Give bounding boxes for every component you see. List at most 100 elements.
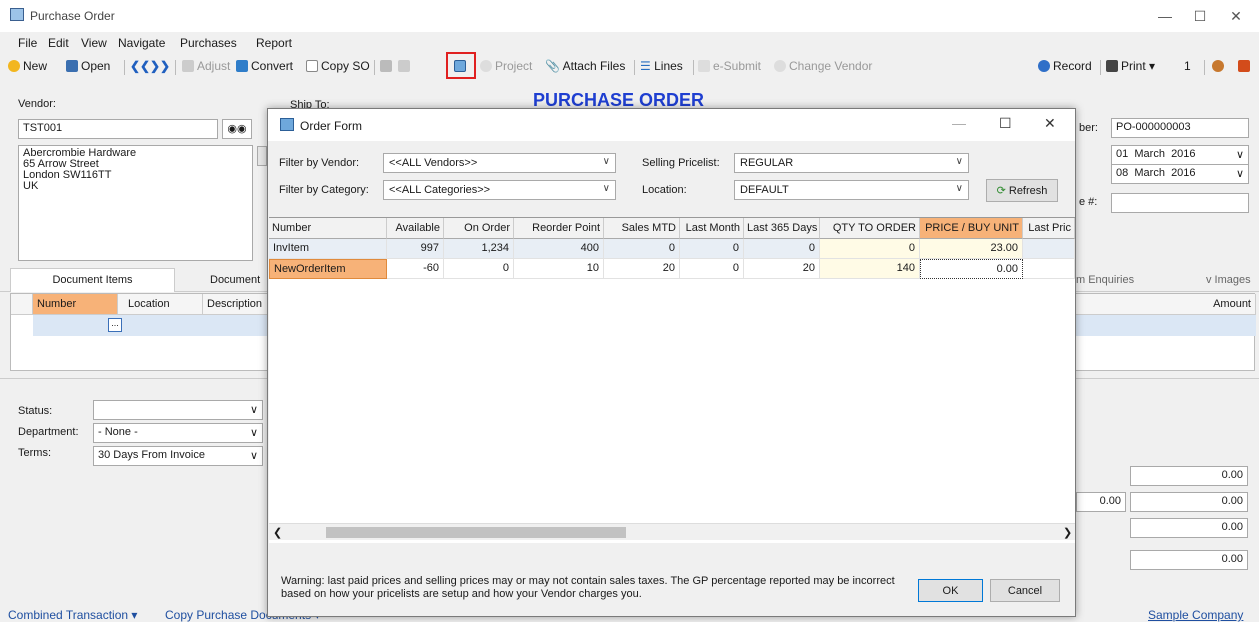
- column-description[interactable]: Description: [203, 294, 273, 315]
- reference-field[interactable]: [1111, 193, 1249, 213]
- combined-transaction-button[interactable]: Combined Transaction ▾: [8, 608, 137, 622]
- e-submit-button[interactable]: e-Submit: [698, 59, 761, 73]
- maximize-icon[interactable]: ☐: [1190, 6, 1210, 26]
- tab-images[interactable]: v Images: [1206, 274, 1251, 286]
- order-form-icon: [280, 118, 294, 131]
- column-reorder-point[interactable]: Reorder Point: [514, 218, 604, 239]
- menu-navigate[interactable]: Navigate: [118, 36, 165, 50]
- window-title: Purchase Order: [30, 9, 115, 23]
- convert-button[interactable]: Convert: [236, 59, 293, 73]
- vendor-address: Abercrombie Hardware 65 Arrow Street Lon…: [18, 145, 253, 261]
- chevron-down-icon[interactable]: ∨: [1236, 167, 1244, 180]
- po-number-field[interactable]: PO-000000003: [1111, 118, 1249, 138]
- terms-select[interactable]: 30 Days From Invoice ∨: [93, 446, 263, 466]
- reference-label: e #:: [1079, 196, 1098, 208]
- filter-vendor-select[interactable]: <<ALL Vendors>> ∨: [383, 153, 616, 173]
- open-button[interactable]: Open: [66, 59, 110, 73]
- column-qty-to-order[interactable]: QTY TO ORDER: [820, 218, 920, 239]
- e-submit-icon: [698, 60, 710, 72]
- menu-view[interactable]: View: [81, 36, 107, 50]
- chevron-down-icon: ∨: [249, 450, 258, 462]
- column-sales-mtd[interactable]: Sales MTD: [604, 218, 680, 239]
- table-row[interactable]: [33, 315, 273, 336]
- menu-report[interactable]: Report: [256, 36, 292, 50]
- next-button[interactable]: ❯❯: [150, 59, 170, 73]
- status-select[interactable]: ∨: [93, 400, 263, 420]
- record-button[interactable]: Record: [1038, 59, 1092, 73]
- scroll-right-icon[interactable]: ❯: [1063, 526, 1072, 539]
- company-link[interactable]: Sample Company: [1148, 608, 1243, 622]
- change-vendor-button[interactable]: Change Vendor: [774, 59, 872, 73]
- adjust-button[interactable]: Adjust: [182, 59, 230, 73]
- dialog-close-icon[interactable]: ✕: [1044, 115, 1056, 132]
- menu-edit[interactable]: Edit: [48, 36, 69, 50]
- pricelist-select[interactable]: REGULAR ∨: [734, 153, 969, 173]
- cancel-button[interactable]: Cancel: [990, 579, 1060, 602]
- department-label: Department:: [18, 426, 79, 438]
- tab-document-items[interactable]: Document Items: [10, 268, 175, 292]
- refresh-button[interactable]: ⟳ Refresh: [986, 179, 1058, 202]
- scrollbar-thumb[interactable]: [326, 527, 626, 538]
- tab-enquiries[interactable]: m Enquiries: [1076, 274, 1134, 286]
- column-amount[interactable]: Amount: [1076, 294, 1256, 315]
- save-icon[interactable]: [380, 59, 395, 73]
- previous-button[interactable]: ❮❮: [130, 59, 150, 73]
- column-location[interactable]: Location: [118, 294, 203, 315]
- column-on-order[interactable]: On Order: [444, 218, 514, 239]
- vendor-code-field[interactable]: TST001: [18, 119, 218, 139]
- tab-document[interactable]: Document: [210, 274, 260, 286]
- print-copies[interactable]: 1: [1184, 59, 1191, 73]
- ellipsis-button[interactable]: ...: [108, 318, 122, 332]
- column-price-buy-unit[interactable]: PRICE / BUY UNIT: [920, 218, 1023, 239]
- binoculars-icon[interactable]: ◉◉: [222, 119, 252, 139]
- table-cell-number[interactable]: InvItem: [269, 239, 387, 259]
- location-select[interactable]: DEFAULT ∨: [734, 180, 969, 200]
- qty-to-order-cell[interactable]: 140: [820, 259, 920, 279]
- copy-so-button[interactable]: Copy SO: [306, 59, 370, 73]
- clipboard-icon[interactable]: [398, 59, 413, 73]
- column-last-month[interactable]: Last Month: [680, 218, 744, 239]
- edit-address-icon[interactable]: [257, 146, 267, 166]
- lines-button[interactable]: ☰ Lines: [640, 59, 683, 73]
- column-available[interactable]: Available: [387, 218, 444, 239]
- department-select[interactable]: - None - ∨: [93, 423, 263, 443]
- price-cell[interactable]: 23.00: [920, 239, 1023, 259]
- column-last-price[interactable]: Last Pric: [1023, 218, 1075, 239]
- menu-bar: File Edit View Navigate Purchases Report: [0, 34, 1259, 52]
- ok-button[interactable]: OK: [918, 579, 983, 602]
- order-date-field[interactable]: 01 March 2016 ∨: [1111, 145, 1249, 165]
- total-field-2: 0.00: [1130, 492, 1248, 512]
- scroll-left-icon[interactable]: ❮: [273, 526, 282, 539]
- price-cell[interactable]: 0.00: [920, 259, 1023, 279]
- chevron-down-icon[interactable]: ∨: [1236, 148, 1244, 161]
- vendor-icon: [774, 60, 786, 72]
- menu-purchases[interactable]: Purchases: [180, 36, 237, 50]
- filter-category-select[interactable]: <<ALL Categories>> ∨: [383, 180, 616, 200]
- highlight-box: [446, 52, 476, 79]
- app-icon: [10, 8, 24, 21]
- order-form-dialog: Order Form — ☐ ✕ Filter by Vendor: <<ALL…: [267, 108, 1076, 617]
- column-number[interactable]: Number: [33, 294, 118, 315]
- print-button[interactable]: Print ▾: [1106, 59, 1155, 73]
- qty-to-order-cell[interactable]: 0: [820, 239, 920, 259]
- calendar-icon[interactable]: [1238, 59, 1253, 73]
- project-button[interactable]: Project: [480, 59, 532, 73]
- table-cell-number[interactable]: NewOrderItem: [269, 259, 387, 279]
- minimize-icon[interactable]: —: [1155, 6, 1175, 26]
- status-label: Status:: [18, 405, 53, 417]
- new-button[interactable]: New: [8, 59, 47, 73]
- column-number[interactable]: Number: [269, 218, 387, 239]
- tax-rate-field[interactable]: 0.00: [1076, 492, 1126, 512]
- table-cell: -60: [387, 259, 444, 279]
- users-icon[interactable]: [1212, 59, 1227, 73]
- dialog-maximize-icon[interactable]: ☐: [999, 115, 1012, 132]
- open-icon: [66, 60, 78, 72]
- dialog-minimize-icon[interactable]: —: [952, 115, 966, 131]
- table-cell: 0: [680, 239, 744, 259]
- horizontal-scrollbar[interactable]: ❮ ❯: [269, 523, 1075, 540]
- menu-file[interactable]: File: [18, 36, 37, 50]
- due-date-field[interactable]: 08 March 2016 ∨: [1111, 164, 1249, 184]
- column-last-365-days[interactable]: Last 365 Days: [744, 218, 820, 239]
- close-icon[interactable]: ✕: [1226, 6, 1246, 26]
- attach-files-button[interactable]: 📎 Attach Files: [545, 59, 625, 73]
